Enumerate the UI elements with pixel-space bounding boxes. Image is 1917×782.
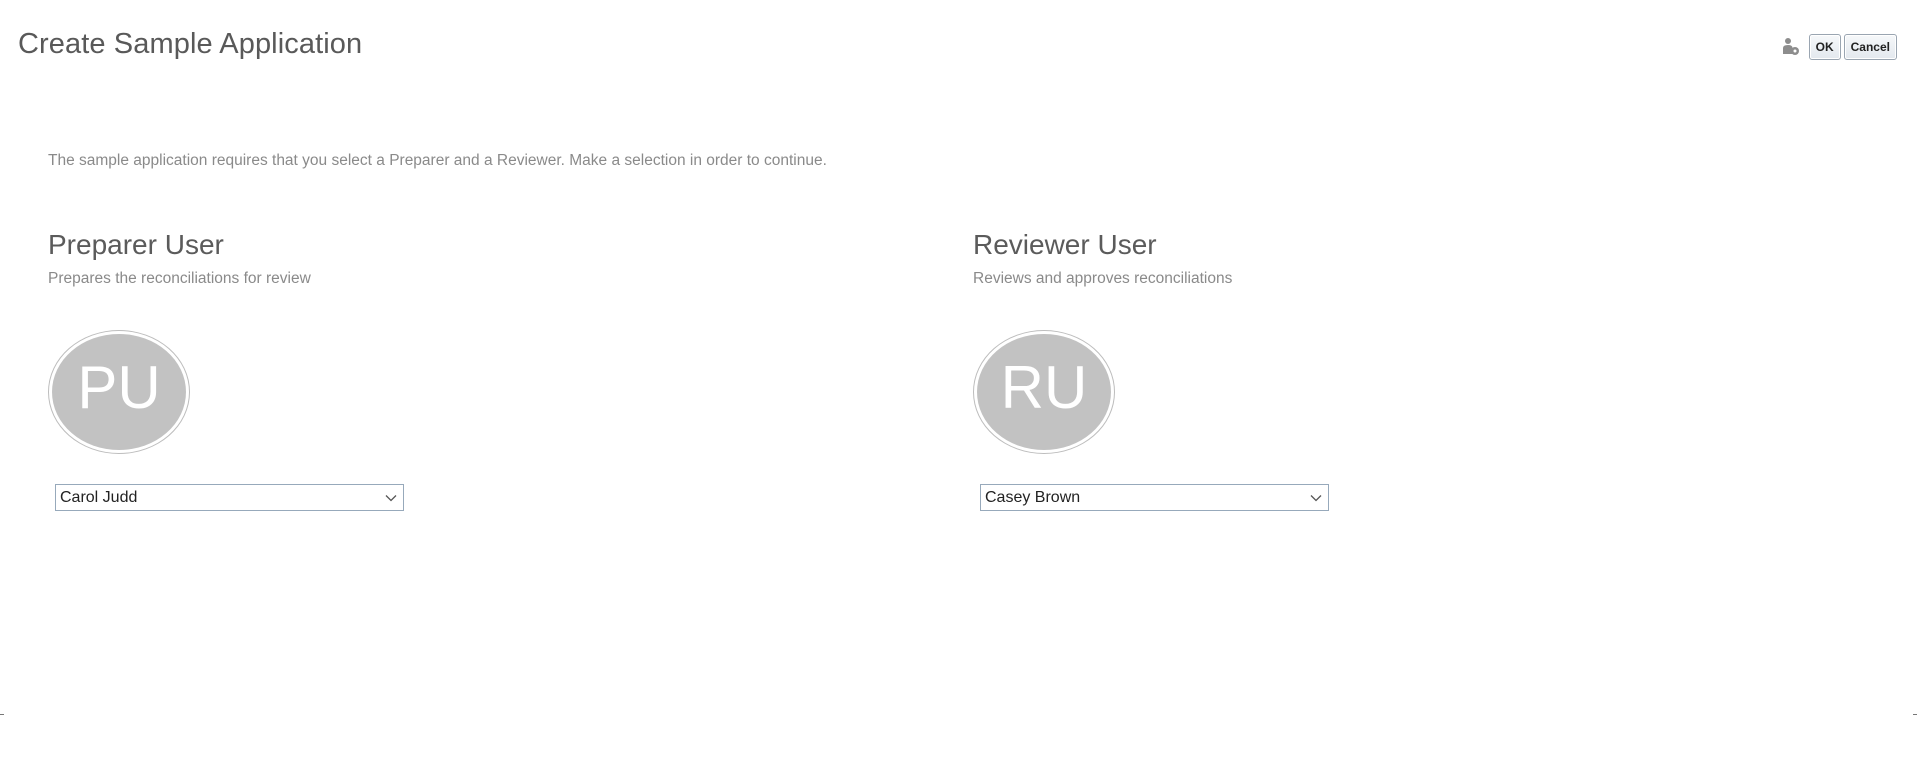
reviewer-panel: Reviewer User Reviews and approves recon…: [973, 228, 1393, 511]
reviewer-select[interactable]: Casey Brown: [980, 484, 1329, 511]
instructions-text: The sample application requires that you…: [48, 152, 827, 169]
page-title: Create Sample Application: [18, 28, 363, 60]
reviewer-avatar-initials: RU: [977, 334, 1111, 450]
chevron-down-icon: [1308, 490, 1324, 506]
preparer-avatar: PU: [48, 330, 190, 454]
preparer-panel: Preparer User Prepares the reconciliatio…: [48, 228, 468, 511]
reviewer-select-value: Casey Brown: [985, 488, 1081, 506]
reviewer-avatar: RU: [973, 330, 1115, 454]
preparer-select[interactable]: Carol Judd: [55, 484, 404, 511]
preparer-select-value: Carol Judd: [60, 488, 138, 506]
reviewer-heading: Reviewer User: [973, 229, 1157, 260]
bottom-left-edge-marker: [0, 714, 4, 715]
user-settings-icon[interactable]: [1780, 35, 1802, 59]
ok-button[interactable]: OK: [1808, 34, 1841, 60]
preparer-avatar-initials: PU: [52, 334, 186, 450]
cancel-button[interactable]: Cancel: [1843, 34, 1897, 60]
preparer-heading: Preparer User: [48, 229, 224, 260]
bottom-right-edge-marker: [1913, 714, 1917, 715]
preparer-subtitle: Prepares the reconciliations for review: [48, 270, 311, 287]
chevron-down-icon: [383, 490, 399, 506]
dialog-toolbar: OK Cancel: [1780, 34, 1897, 60]
reviewer-subtitle: Reviews and approves reconciliations: [973, 270, 1233, 287]
